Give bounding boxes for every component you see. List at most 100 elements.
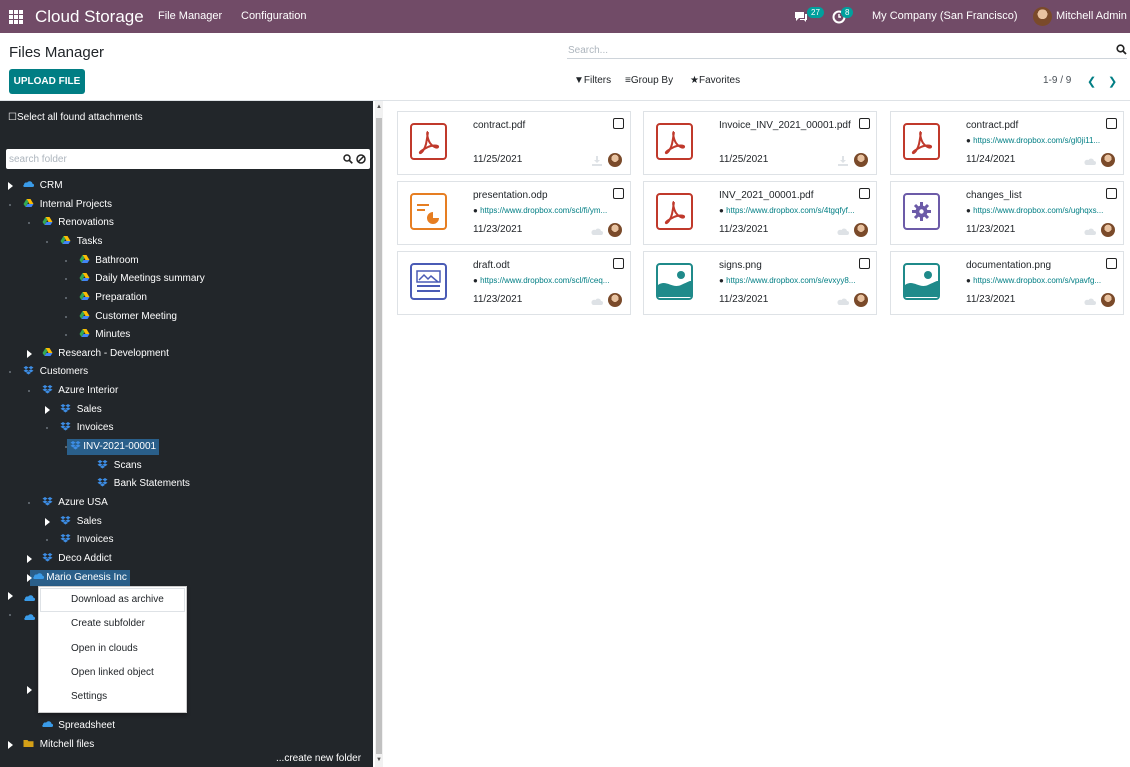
expand-caret-icon[interactable] bbox=[8, 741, 13, 749]
tree-node[interactable]: Mitchell files bbox=[23, 737, 97, 753]
select-checkbox[interactable] bbox=[859, 188, 870, 199]
file-name[interactable]: Invoice_INV_2021_00001.pdf bbox=[719, 120, 851, 131]
file-url-link[interactable]: ● https://www.dropbox.com/s/evxyy8... bbox=[719, 276, 867, 285]
favorites-button[interactable]: ★Favorites bbox=[690, 75, 740, 86]
expand-caret-icon[interactable] bbox=[26, 350, 32, 358]
tree-node[interactable]: Invoices bbox=[60, 532, 116, 548]
tree-node[interactable]: Deco Addict bbox=[42, 551, 115, 567]
expand-caret-icon[interactable] bbox=[45, 518, 50, 526]
pager-previous-icon[interactable]: ❮ bbox=[1087, 75, 1096, 88]
company-switcher[interactable]: My Company (San Francisco) bbox=[872, 10, 1018, 22]
tree-node[interactable]: Bathroom bbox=[79, 253, 142, 269]
file-name[interactable]: signs.png bbox=[719, 260, 762, 271]
tree-node[interactable]: Daily Meetings summary bbox=[79, 271, 208, 287]
file-card[interactable]: INV_2021_00001.pdf ● https://www.dropbox.… bbox=[643, 181, 877, 245]
binary-file-icon[interactable] bbox=[903, 193, 940, 233]
clear-icon[interactable] bbox=[356, 154, 366, 164]
file-url-link[interactable]: ● https://www.dropbox.com/scl/fi/ceq... bbox=[473, 276, 621, 285]
expand-caret-icon[interactable] bbox=[8, 592, 13, 600]
tree-node[interactable]: Azure USA bbox=[42, 495, 111, 511]
file-card[interactable]: signs.png ● https://www.dropbox.com/s/evx… bbox=[643, 251, 877, 315]
expand-caret-icon[interactable] bbox=[45, 406, 50, 414]
pdf-file-icon[interactable] bbox=[410, 123, 447, 163]
expand-caret-icon[interactable] bbox=[26, 574, 32, 582]
search-icon[interactable] bbox=[1116, 44, 1127, 55]
select-all-link[interactable]: ☐Select all found attachments bbox=[8, 112, 143, 123]
select-checkbox[interactable] bbox=[859, 258, 870, 269]
pager-next-icon[interactable]: ❯ bbox=[1108, 75, 1117, 88]
menu-open-in-clouds[interactable]: Open in clouds bbox=[40, 637, 185, 661]
select-checkbox[interactable] bbox=[613, 118, 624, 129]
select-checkbox[interactable] bbox=[859, 118, 870, 129]
search-icon[interactable] bbox=[343, 154, 353, 164]
expand-caret-icon[interactable] bbox=[27, 686, 32, 694]
tree-node[interactable]: Minutes bbox=[79, 327, 134, 343]
tree-node[interactable]: Mario Genesis Inc bbox=[29, 570, 130, 586]
filters-button[interactable]: ▼Filters bbox=[574, 75, 611, 86]
document-file-icon[interactable] bbox=[410, 263, 447, 303]
folder-search-input[interactable]: search folder bbox=[6, 149, 370, 169]
file-name[interactable]: presentation.odp bbox=[473, 190, 548, 201]
create-new-folder-link[interactable]: ...create new folder bbox=[276, 753, 361, 764]
file-url-link[interactable]: ● https://www.dropbox.com/s/gl0ji11... bbox=[966, 136, 1114, 145]
tree-node[interactable]: Preparation bbox=[79, 290, 150, 306]
tree-node[interactable]: Invoices bbox=[60, 420, 116, 436]
messages-button[interactable]: 27 bbox=[794, 7, 824, 28]
user-menu[interactable]: Mitchell Admin bbox=[1056, 10, 1127, 22]
select-checkbox[interactable] bbox=[1106, 118, 1117, 129]
upload-file-button[interactable]: UPLOAD FILE bbox=[9, 69, 85, 94]
scroll-down-icon[interactable]: ▼ bbox=[376, 757, 382, 763]
sidebar-scrollbar[interactable]: ▲ ▼ bbox=[375, 101, 383, 767]
file-card[interactable]: draft.odt ● https://www.dropbox.com/scl/f… bbox=[397, 251, 631, 315]
tree-node[interactable]: Research - Development bbox=[42, 346, 172, 362]
tree-node[interactable]: Internal Projects bbox=[23, 197, 115, 213]
file-name[interactable]: INV_2021_00001.pdf bbox=[719, 190, 814, 201]
file-card[interactable]: changes_list ● https://www.dropbox.com/s/… bbox=[890, 181, 1124, 245]
pdf-file-icon[interactable] bbox=[656, 123, 693, 163]
tree-node[interactable]: CRM bbox=[23, 178, 66, 194]
file-url-link[interactable]: ● https://www.dropbox.com/s/vpavfg... bbox=[966, 276, 1114, 285]
file-name[interactable]: changes_list bbox=[966, 190, 1022, 201]
tree-node[interactable]: Renovations bbox=[42, 215, 117, 231]
file-url-link[interactable]: ● https://www.dropbox.com/s/4tgqfyf... bbox=[719, 206, 867, 215]
file-card[interactable]: contract.pdf ● https://www.dropbox.com/s/… bbox=[890, 111, 1124, 175]
tree-node[interactable]: Customer Meeting bbox=[79, 309, 180, 325]
activities-button[interactable]: 8 bbox=[832, 7, 854, 28]
user-avatar[interactable] bbox=[1033, 7, 1052, 26]
tree-node[interactable]: Customers bbox=[23, 364, 91, 380]
menu-open-linked-object[interactable]: Open linked object bbox=[40, 661, 185, 685]
group-by-button[interactable]: ≡Group By bbox=[625, 75, 673, 86]
menu-file-manager[interactable]: File Manager bbox=[158, 10, 222, 22]
file-name[interactable]: documentation.png bbox=[966, 260, 1051, 271]
select-checkbox[interactable] bbox=[1106, 188, 1117, 199]
tree-node[interactable]: Azure Interior bbox=[42, 383, 122, 399]
tree-node[interactable]: Sales bbox=[60, 402, 105, 418]
apps-menu-icon[interactable] bbox=[9, 10, 23, 24]
file-url-link[interactable]: ● https://www.dropbox.com/s/ughqxs... bbox=[966, 206, 1114, 215]
menu-create-subfolder[interactable]: Create subfolder bbox=[40, 612, 185, 636]
select-checkbox[interactable] bbox=[613, 188, 624, 199]
select-checkbox[interactable] bbox=[613, 258, 624, 269]
file-name[interactable]: draft.odt bbox=[473, 260, 510, 271]
tree-node[interactable]: Sales bbox=[60, 514, 105, 530]
file-card[interactable]: documentation.png ● https://www.dropbox.c… bbox=[890, 251, 1124, 315]
app-brand[interactable]: Cloud Storage bbox=[35, 7, 144, 27]
pager-value[interactable]: 1-9 / 9 bbox=[1043, 75, 1071, 86]
menu-settings[interactable]: Settings bbox=[40, 685, 185, 709]
tree-node[interactable]: Scans bbox=[97, 458, 145, 474]
presentation-file-icon[interactable] bbox=[410, 193, 447, 233]
expand-caret-icon[interactable] bbox=[8, 182, 13, 190]
pdf-file-icon[interactable] bbox=[903, 123, 940, 163]
file-url-link[interactable]: ● https://www.dropbox.com/scl/fi/ym... bbox=[473, 206, 621, 215]
file-name[interactable]: contract.pdf bbox=[473, 120, 525, 131]
menu-configuration[interactable]: Configuration bbox=[241, 10, 306, 22]
tree-node[interactable]: INV-2021-00001 bbox=[66, 439, 160, 455]
search-input[interactable]: Search... bbox=[567, 41, 1127, 59]
file-card[interactable]: presentation.odp ● https://www.dropbox.co… bbox=[397, 181, 631, 245]
file-card[interactable]: Invoice_INV_2021_00001.pdf 11/25/2021 bbox=[643, 111, 877, 175]
image-file-icon[interactable] bbox=[903, 263, 940, 303]
select-checkbox[interactable] bbox=[1106, 258, 1117, 269]
tree-node[interactable]: Spreadsheet bbox=[41, 718, 119, 734]
tree-node[interactable]: Bank Statements bbox=[97, 476, 193, 492]
tree-node[interactable]: Tasks bbox=[60, 234, 105, 250]
